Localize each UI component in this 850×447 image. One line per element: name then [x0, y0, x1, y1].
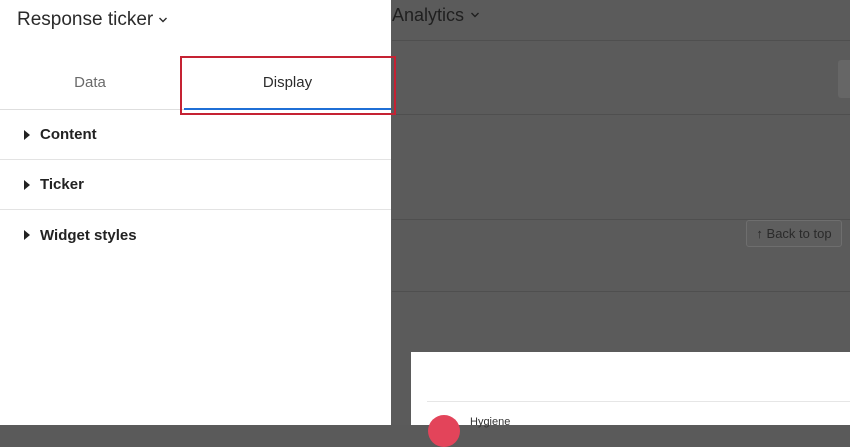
- section-label: Ticker: [40, 176, 84, 193]
- widget-title-dropdown[interactable]: Response ticker: [0, 0, 180, 40]
- divider: [392, 114, 850, 115]
- category-color-dot: [428, 415, 460, 447]
- caret-right-icon: [24, 179, 30, 190]
- widget-title: Response ticker: [17, 9, 154, 30]
- chevron-down-icon: [471, 12, 480, 18]
- back-to-top-button: ↑ Back to top: [746, 220, 842, 247]
- tab-data[interactable]: Data: [0, 56, 180, 109]
- section-widget-styles[interactable]: Widget styles: [0, 210, 391, 260]
- card-divider: [427, 401, 850, 402]
- divider: [392, 40, 850, 41]
- section-label: Widget styles: [40, 226, 137, 244]
- divider: [392, 291, 850, 292]
- chevron-down-icon: [159, 17, 168, 23]
- category-label: Hygiene: [470, 416, 511, 428]
- tab-display-label: Display: [262, 74, 313, 91]
- caret-right-icon: [24, 129, 30, 140]
- widget-edit-panel: Response ticker Data Display Content Tic…: [0, 0, 396, 425]
- section-ticker[interactable]: Ticker: [0, 160, 391, 210]
- dashboard-title-dropdown: Analytics: [392, 3, 480, 27]
- panel-tabs: Data Display: [0, 56, 391, 110]
- dashboard-title: Analytics: [392, 4, 465, 25]
- caret-right-icon: [24, 230, 30, 240]
- section-label: Content: [40, 126, 97, 143]
- tab-display[interactable]: Display: [184, 56, 391, 110]
- dashboard-side-control: [838, 60, 850, 98]
- section-content[interactable]: Content: [0, 110, 391, 160]
- dashboard-widget-card: Hygiene: [411, 352, 850, 447]
